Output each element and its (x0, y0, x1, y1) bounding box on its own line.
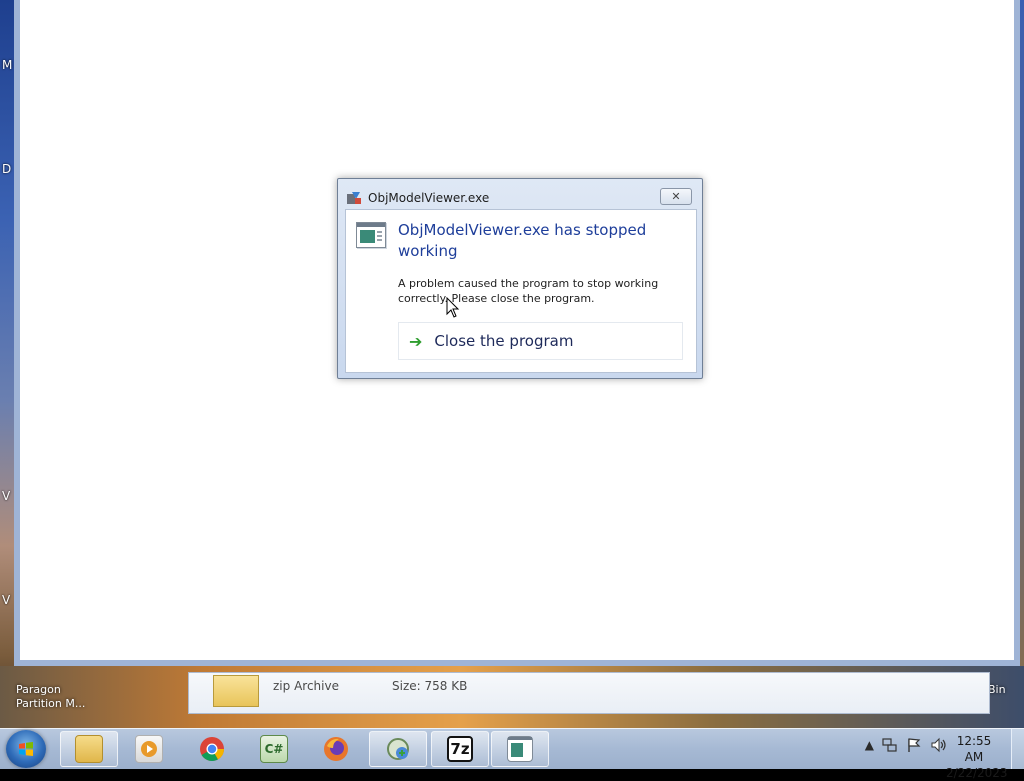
close-icon: ✕ (671, 190, 681, 203)
desktop-icon-label-fragment: D (2, 162, 12, 176)
close-button[interactable]: ✕ (660, 188, 692, 205)
clock-time: 12:55 AM (956, 734, 992, 764)
csharp-icon-label: C# (264, 742, 284, 756)
clock-date: 2/22/2023 (946, 766, 1008, 780)
taskbar-globe-tool[interactable] (369, 731, 427, 767)
close-program-label: Close the program (434, 332, 574, 350)
start-button[interactable] (6, 730, 46, 768)
csharp-icon: C# (260, 735, 288, 763)
dialog-titlebar[interactable]: ObjModelViewer.exe (346, 189, 489, 207)
media-player-icon (135, 735, 163, 763)
error-dialog: ObjModelViewer.exe ✕ ObjModelViewer.exe … (337, 178, 703, 379)
network-icon[interactable] (882, 737, 898, 753)
desktop-icon-label-fragment: V (2, 489, 11, 503)
taskbar-firefox[interactable] (307, 731, 365, 767)
dialog-title: ObjModelViewer.exe (368, 191, 490, 205)
taskbar-chrome[interactable] (183, 731, 241, 767)
desktop-icon-paragon[interactable]: Paragon Partition M... (16, 683, 86, 711)
zip-file-icon (213, 675, 259, 707)
7zip-icon-label: 7z (450, 740, 470, 758)
stopped-program-icon (356, 222, 386, 248)
action-center-flag-icon[interactable] (906, 737, 922, 753)
explorer-details-pane: zip Archive Size: 758 KB (188, 672, 990, 714)
system-tray: ▲ (865, 737, 948, 753)
chrome-icon (200, 737, 224, 762)
show-hidden-icon[interactable]: ▲ (865, 738, 874, 752)
taskbar-objmodelviewer[interactable] (491, 731, 549, 767)
taskbar-media-player[interactable] (120, 731, 178, 767)
desktop-icon-recycle-bin[interactable]: Bin (988, 683, 1006, 696)
globe-tool-icon (387, 738, 409, 760)
7zip-icon: 7z (447, 736, 473, 762)
taskbar-csharp[interactable]: C# (245, 731, 303, 767)
file-size: Size: 758 KB (392, 679, 468, 693)
close-program-button[interactable]: ➔ Close the program (398, 322, 683, 360)
mouse-cursor-icon (446, 297, 460, 318)
file-type: zip Archive (273, 679, 339, 693)
app-window-icon (507, 736, 533, 762)
dialog-content: A problem caused the program to stop wor… (398, 277, 659, 305)
windows-logo-icon (19, 742, 33, 756)
dialog-body: ObjModelViewer.exe has stopped working A… (345, 209, 697, 373)
desktop-icon-label-fragment: V (2, 593, 11, 607)
show-desktop-button[interactable] (1011, 729, 1024, 769)
folder-icon (75, 735, 103, 763)
clock[interactable]: 12:55 AM 2/22/2023 (946, 733, 1008, 781)
firefox-icon (324, 737, 348, 761)
main-instruction: ObjModelViewer.exe has stopped working (398, 221, 647, 260)
taskbar: C# 7z ▲ 12:55 AM 2/22/2023 (0, 728, 1024, 780)
arrow-right-icon: ➔ (409, 331, 423, 351)
taskbar-7zip[interactable]: 7z (431, 731, 489, 767)
taskbar-windows-explorer[interactable] (60, 731, 118, 767)
desktop-wallpaper-right (1020, 0, 1024, 728)
desktop-icon-label-fragment: M (2, 58, 13, 72)
app-icon (347, 192, 361, 204)
desktop-wallpaper-left (0, 0, 14, 728)
